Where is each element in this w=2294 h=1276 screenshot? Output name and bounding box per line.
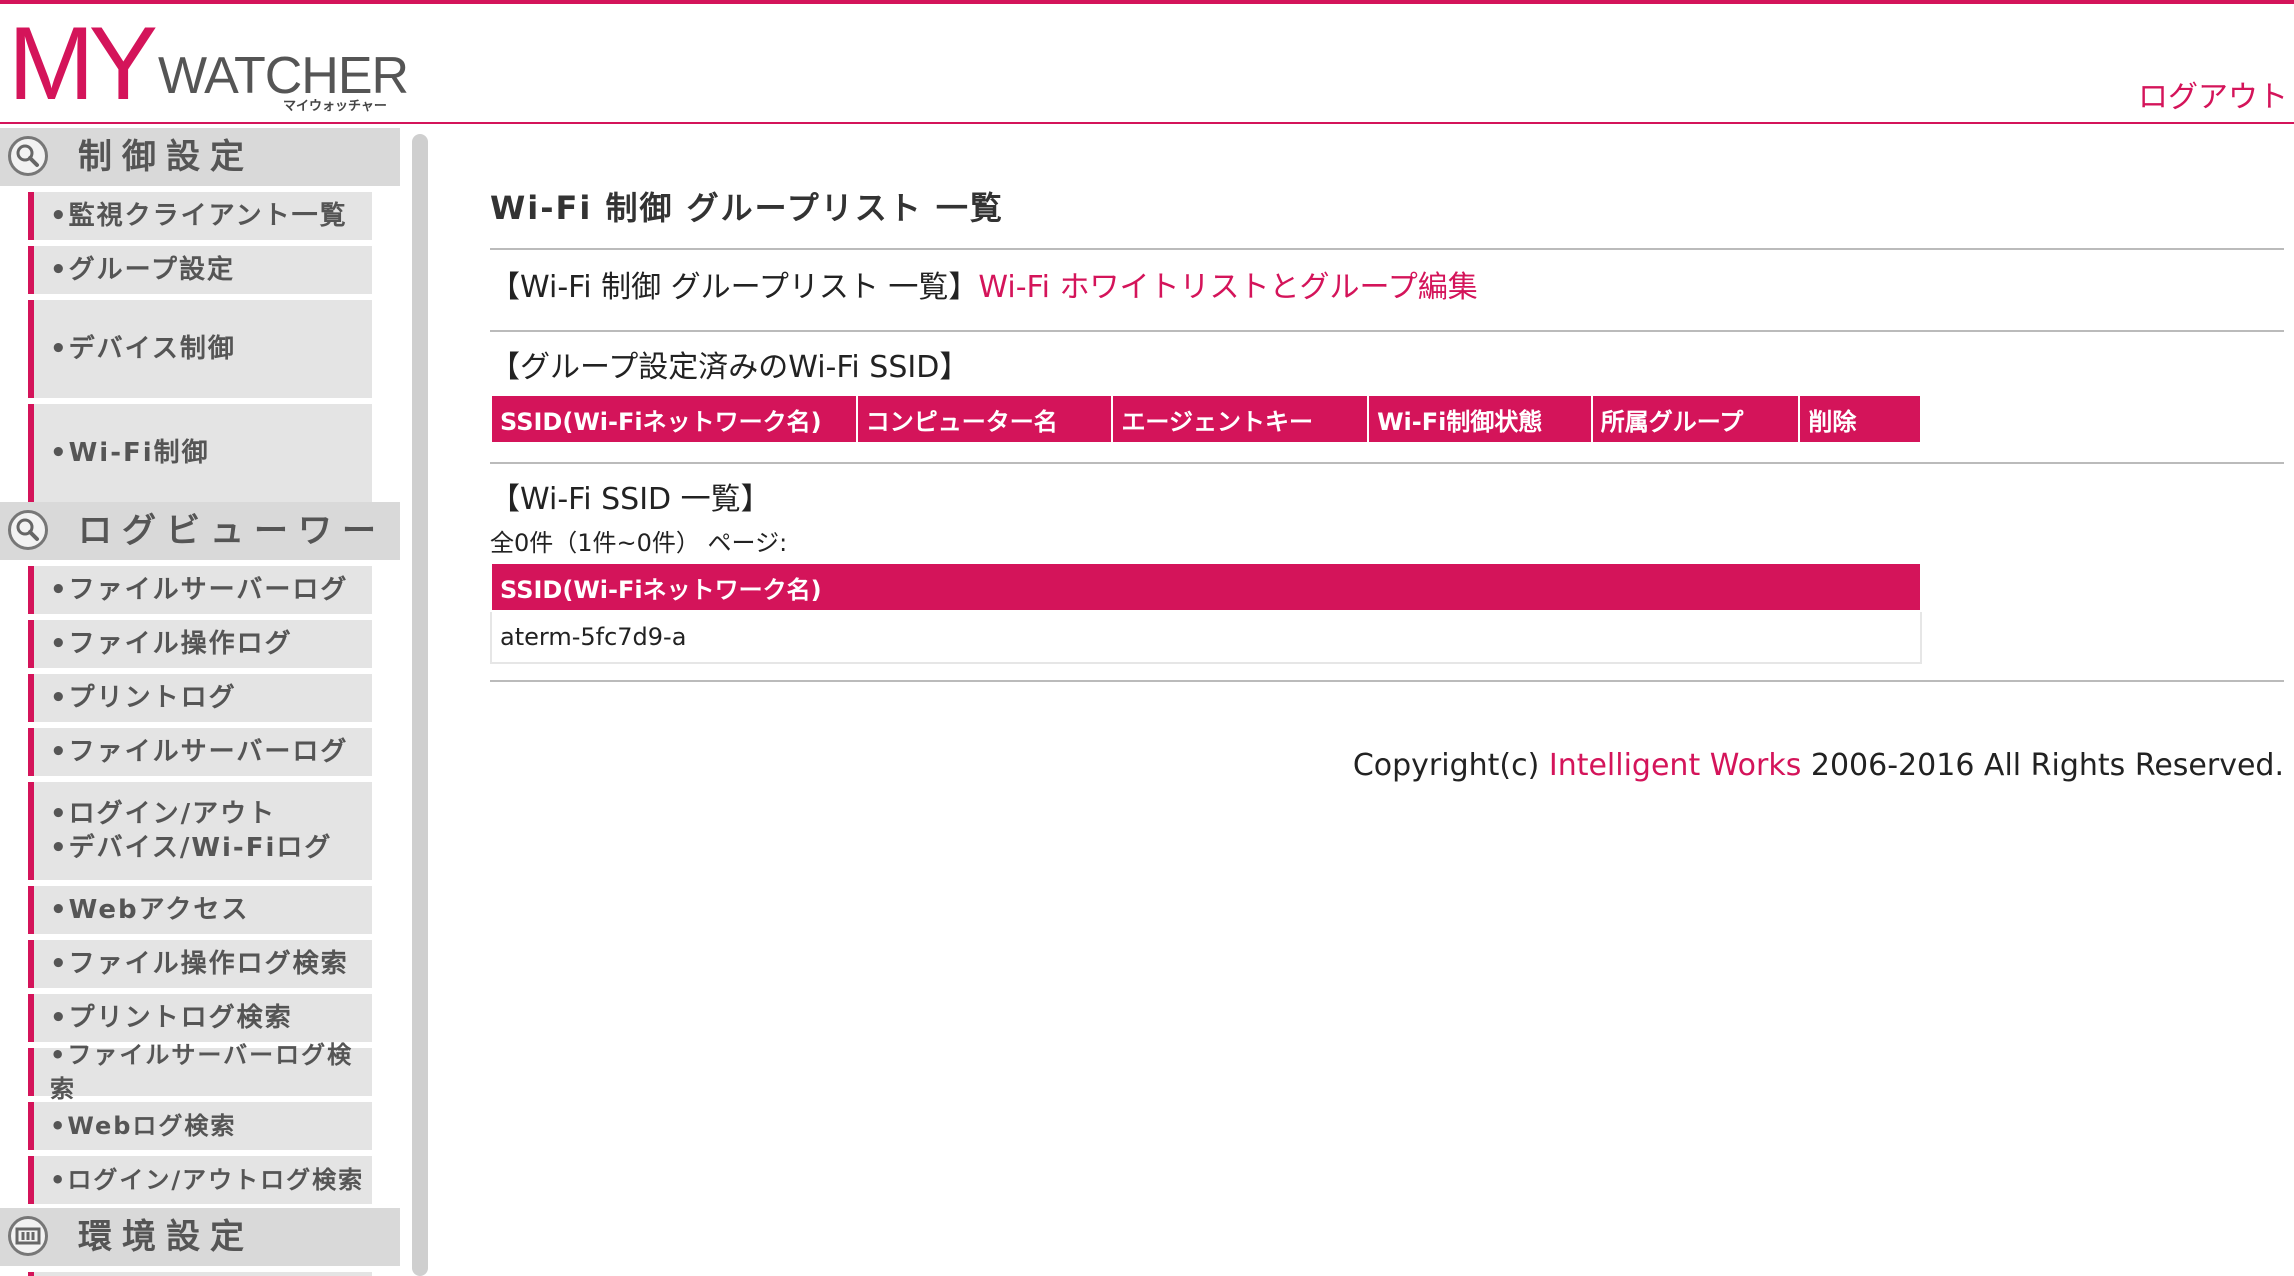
header: MY WATCHER マイウォッチャー ログアウト <box>0 4 2294 124</box>
settings-panel-icon <box>8 1216 48 1256</box>
section-environment-settings[interactable]: 環境設定 <box>0 1208 400 1266</box>
breadcrumb: 【Wi-Fi 制御 グループリスト 一覧】Wi-Fi ホワイトリストとグループ編… <box>490 268 1478 308</box>
sidebar-scrollbar[interactable] <box>412 134 428 1276</box>
sidebar-item-file-operation-log[interactable]: •ファイル操作ログ <box>28 620 372 668</box>
settings-panel-icon-svg <box>15 1227 41 1245</box>
logo-my: MY <box>8 6 158 122</box>
ssid-section-title: 【Wi-Fi SSID 一覧】 <box>490 482 771 517</box>
copyright-prefix: Copyright(c) <box>1352 748 1549 783</box>
page-title: Wi-Fi 制御 グループリスト 一覧 <box>490 189 1004 227</box>
group-section-title: 【グループ設定済みのWi-Fi SSID】 <box>490 350 970 385</box>
sidebar-item-label: •デバイス/Wi-Fiログ <box>50 833 333 863</box>
sidebar-item-web-log-search[interactable]: •Webログ検索 <box>28 1102 372 1150</box>
section-log-viewer[interactable]: ログビューワー <box>0 502 400 560</box>
result-count: 全0件（1件~0件） ページ: <box>490 529 788 557</box>
col-ssid: SSID(Wi-Fiネットワーク名) <box>490 394 858 444</box>
ssid-cell: aterm-5fc7d9-a <box>490 610 1922 664</box>
col-wifi-control-status: Wi-Fi制御状態 <box>1367 394 1593 444</box>
sidebar-item-file-server-log-search[interactable]: •ファイルサーバーログ検索 <box>28 1041 372 1103</box>
sidebar-item-file-server-log[interactable]: •ファイルサーバーログ <box>28 566 372 614</box>
whitelist-group-edit-link[interactable]: Wi-Fi ホワイトリストとグループ編集 <box>978 270 1477 305</box>
sidebar-item-file-server-log-2[interactable]: •ファイルサーバーログ <box>28 728 372 776</box>
company-link[interactable]: Intelligent Works <box>1549 748 1802 783</box>
sidebar-item-print-log-search[interactable]: •プリントログ検索 <box>28 994 372 1042</box>
sidebar-item-file-operation-log-search[interactable]: •ファイル操作ログ検索 <box>28 940 372 988</box>
search-icon <box>8 510 48 550</box>
divider <box>490 248 2284 250</box>
section-label: ログビューワー <box>78 511 386 551</box>
logo-watcher: WATCHER <box>158 47 409 105</box>
divider <box>490 680 2284 682</box>
logo-kana: マイウォッチャー <box>283 99 387 114</box>
sidebar-item-login-logout-log-search[interactable]: •ログイン/アウトログ検索 <box>28 1156 372 1204</box>
copyright: Copyright(c) Intelligent Works 2006-2016… <box>1353 746 2284 786</box>
col-agent-key: エージェントキー <box>1111 394 1370 444</box>
section-label: 環境設定 <box>78 1217 254 1257</box>
search-icon <box>8 136 48 176</box>
sidebar-item-client-list[interactable]: •監視クライアント一覧 <box>28 192 372 240</box>
sidebar-item-group-settings[interactable]: •グループ設定 <box>28 246 372 294</box>
table-header-row: SSID(Wi-Fiネットワーク名) <box>490 562 1922 612</box>
logout-link[interactable]: ログアウト <box>2138 80 2288 116</box>
sidebar: 制御設定 •監視クライアント一覧 •グループ設定 •デバイス制御 •Wi-Fi制… <box>0 128 400 1276</box>
table-row[interactable]: aterm-5fc7d9-a <box>490 610 1922 664</box>
sidebar-item-web-access[interactable]: •Webアクセス <box>28 886 372 934</box>
col-group: 所属グループ <box>1590 394 1801 444</box>
ssid-list-table: SSID(Wi-Fiネットワーク名) aterm-5fc7d9-a <box>490 562 1922 664</box>
sidebar-item-label: •ログイン/アウト <box>50 799 277 829</box>
search-icon-svg <box>16 144 39 167</box>
sidebar-item-wifi-control[interactable]: •Wi-Fi制御 <box>28 404 372 502</box>
search-icon-svg <box>16 518 39 541</box>
group-ssid-table: SSID(Wi-Fiネットワーク名) コンピューター名 エージェントキー Wi-… <box>490 394 1922 444</box>
sidebar-item-partial[interactable] <box>28 1272 372 1276</box>
sidebar-item-print-log[interactable]: •プリントログ <box>28 674 372 722</box>
col-ssid: SSID(Wi-Fiネットワーク名) <box>490 562 1922 612</box>
divider <box>490 330 2284 332</box>
col-computer-name: コンピューター名 <box>855 394 1114 444</box>
col-delete: 削除 <box>1798 394 1922 444</box>
table-header-row: SSID(Wi-Fiネットワーク名) コンピューター名 エージェントキー Wi-… <box>490 394 1922 444</box>
section-label: 制御設定 <box>78 137 254 177</box>
section-control-settings[interactable]: 制御設定 <box>0 128 400 186</box>
sidebar-item-device-control[interactable]: •デバイス制御 <box>28 300 372 398</box>
sidebar-item-login-device-wifi-log[interactable]: •ログイン/アウト •デバイス/Wi-Fiログ <box>28 782 372 880</box>
divider <box>490 462 2284 464</box>
copyright-suffix: 2006-2016 All Rights Reserved. <box>1801 748 2284 783</box>
breadcrumb-prefix: 【Wi-Fi 制御 グループリスト 一覧】 <box>490 270 979 305</box>
logo[interactable]: MY WATCHER マイウォッチャー <box>8 6 428 122</box>
